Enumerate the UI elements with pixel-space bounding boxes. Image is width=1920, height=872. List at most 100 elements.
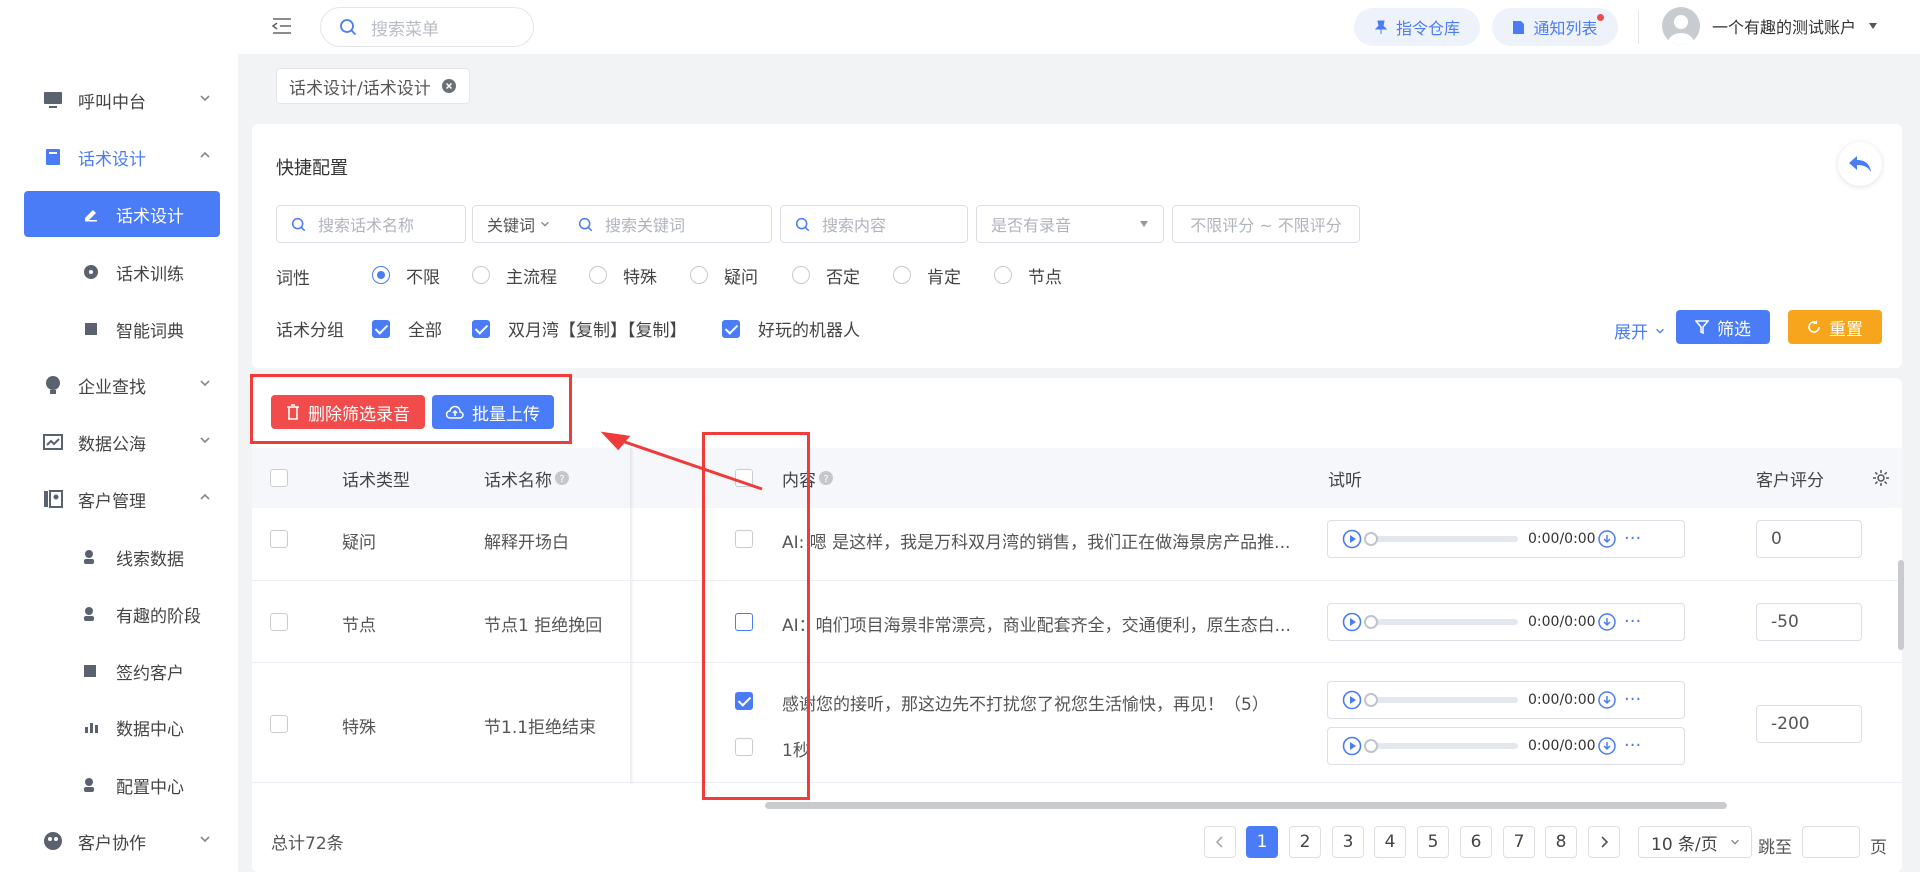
content-search[interactable]: 搜索内容 <box>780 205 968 243</box>
score-range-picker[interactable]: 不限评分 ~ 不限评分 <box>1172 205 1360 243</box>
page-unit-label: 页 <box>1870 838 1887 858</box>
more-icon[interactable]: ··· <box>1624 530 1641 548</box>
command-library-button[interactable]: 指令仓库 <box>1354 8 1480 46</box>
column-settings-icon[interactable] <box>1872 448 1890 508</box>
sidebar-item-leads[interactable]: 线索数据 <box>24 534 220 580</box>
sidebar-item-script-design-sub[interactable]: 话术设计 <box>24 191 220 237</box>
radio-pos-main[interactable]: 主流程 <box>472 264 557 288</box>
score-input[interactable]: -200 <box>1756 705 1862 743</box>
menu-fold-icon[interactable] <box>272 17 292 35</box>
page-7[interactable]: 7 <box>1503 826 1535 858</box>
page-5[interactable]: 5 <box>1417 826 1449 858</box>
content-input[interactable]: 搜索内容 <box>822 212 886 236</box>
sidebar-item-config-center[interactable]: 配置中心 <box>24 762 220 808</box>
audio-progress[interactable] <box>1364 532 1518 546</box>
header-type: 话术类型 <box>342 470 410 491</box>
score-input[interactable]: -50 <box>1756 603 1862 641</box>
group-label: 话术分组 <box>276 321 344 341</box>
sidebar-item-dictionary[interactable]: 智能词典 <box>24 306 220 352</box>
notification-list-button[interactable]: 通知列表 <box>1492 8 1618 46</box>
dictionary-icon <box>82 320 100 338</box>
script-name-search[interactable]: 搜索话术名称 <box>276 205 466 243</box>
account-menu[interactable]: 一个有趣的测试账户 <box>1662 7 1878 45</box>
sidebar-item-script-design[interactable]: 话术设计 <box>24 134 220 180</box>
total-count: 总计72条 <box>271 834 344 854</box>
checkbox-group-all[interactable]: 全部 <box>372 316 442 341</box>
play-icon[interactable] <box>1342 690 1362 710</box>
sidebar-item-stages[interactable]: 有趣的阶段 <box>24 591 220 637</box>
score-input[interactable]: 0 <box>1756 520 1862 558</box>
download-icon[interactable] <box>1598 691 1616 709</box>
page-4[interactable]: 4 <box>1374 826 1406 858</box>
checkbox-group-robot[interactable]: 好玩的机器人 <box>722 316 860 341</box>
more-icon[interactable]: ··· <box>1624 613 1641 631</box>
sidebar-item-collaboration[interactable]: 客户协作 <box>24 818 220 864</box>
row-checkbox[interactable] <box>270 715 288 733</box>
keyword-input[interactable]: 搜索关键词 <box>605 212 685 236</box>
row-type: 特殊 <box>342 718 376 738</box>
download-icon[interactable] <box>1598 530 1616 548</box>
sidebar-item-customer-mgmt[interactable]: 客户管理 <box>24 476 220 522</box>
script-name-input[interactable]: 搜索话术名称 <box>318 212 414 236</box>
sidebar-item-enterprise-search[interactable]: 企业查找 <box>24 362 220 408</box>
radio-pos-special[interactable]: 特殊 <box>589 264 657 288</box>
page-1[interactable]: 1 <box>1246 826 1278 858</box>
sidebar-item-signed-customers[interactable]: 签约客户 <box>24 648 220 694</box>
page-size-select[interactable]: 10 条/页 <box>1638 826 1752 858</box>
play-icon[interactable] <box>1342 529 1362 549</box>
keyword-type-select[interactable]: 关键词 <box>472 205 566 243</box>
download-icon[interactable] <box>1598 737 1616 755</box>
page-2[interactable]: 2 <box>1289 826 1321 858</box>
close-icon[interactable] <box>441 78 457 94</box>
filter-icon <box>1695 320 1709 334</box>
more-icon[interactable]: ··· <box>1624 737 1641 755</box>
page-6[interactable]: 6 <box>1460 826 1492 858</box>
audio-progress[interactable] <box>1364 615 1518 629</box>
audio-progress[interactable] <box>1364 693 1518 707</box>
play-icon[interactable] <box>1342 736 1362 756</box>
radio-pos-negative[interactable]: 否定 <box>792 264 860 288</box>
vertical-scrollbar[interactable] <box>1898 560 1904 650</box>
sidebar-item-call-center[interactable]: 呼叫中台 <box>24 77 220 123</box>
audio-progress[interactable] <box>1364 739 1518 753</box>
back-button[interactable] <box>1838 142 1882 186</box>
audio-player[interactable]: 0:00/0:00 ··· <box>1327 681 1685 719</box>
bulb-icon <box>42 374 64 396</box>
notification-dot <box>1597 14 1604 21</box>
filter-button[interactable]: 筛选 <box>1676 310 1770 344</box>
keyword-search[interactable]: 搜索关键词 <box>564 205 772 243</box>
more-icon[interactable]: ··· <box>1624 691 1641 709</box>
row-checkbox[interactable] <box>270 613 288 631</box>
prev-page-button[interactable] <box>1204 826 1236 858</box>
radio-pos-node[interactable]: 节点 <box>994 264 1062 288</box>
progress-knob[interactable] <box>1364 739 1378 753</box>
sidebar-item-script-training[interactable]: 话术训练 <box>24 249 220 295</box>
expand-toggle[interactable]: 展开 <box>1614 318 1666 343</box>
progress-knob[interactable] <box>1364 615 1378 629</box>
goto-page-input[interactable] <box>1802 826 1860 858</box>
radio-pos-positive[interactable]: 肯定 <box>893 264 961 288</box>
reset-button[interactable]: 重置 <box>1788 310 1882 344</box>
radio-pos-any[interactable]: 不限 <box>372 264 440 288</box>
progress-knob[interactable] <box>1364 532 1378 546</box>
sidebar-item-data-pool[interactable]: 数据公海 <box>24 419 220 465</box>
download-icon[interactable] <box>1598 613 1616 631</box>
audio-player[interactable]: 0:00/0:00 ··· <box>1327 520 1685 558</box>
recording-select[interactable]: 是否有录音 <box>976 205 1164 243</box>
search-input[interactable]: 搜索菜单 <box>371 15 439 40</box>
play-icon[interactable] <box>1342 612 1362 632</box>
progress-knob[interactable] <box>1364 693 1378 707</box>
tab-script-design[interactable]: 话术设计/话术设计 <box>276 68 470 104</box>
horizontal-scrollbar[interactable] <box>765 802 1727 809</box>
page-8[interactable]: 8 <box>1545 826 1577 858</box>
audio-player[interactable]: 0:00/0:00 ··· <box>1327 603 1685 641</box>
audio-player[interactable]: 0:00/0:00 ··· <box>1327 727 1685 765</box>
menu-search-box[interactable]: 搜索菜单 <box>320 7 534 47</box>
radio-pos-question[interactable]: 疑问 <box>690 264 758 288</box>
header-select-all-left[interactable] <box>270 448 288 508</box>
sidebar-item-data-center[interactable]: 数据中心 <box>24 704 220 750</box>
page-3[interactable]: 3 <box>1332 826 1364 858</box>
next-page-button[interactable] <box>1588 826 1620 858</box>
row-checkbox[interactable] <box>270 530 288 548</box>
checkbox-group-shuangyuewan[interactable]: 双月湾【复制】【复制】 <box>472 316 687 341</box>
